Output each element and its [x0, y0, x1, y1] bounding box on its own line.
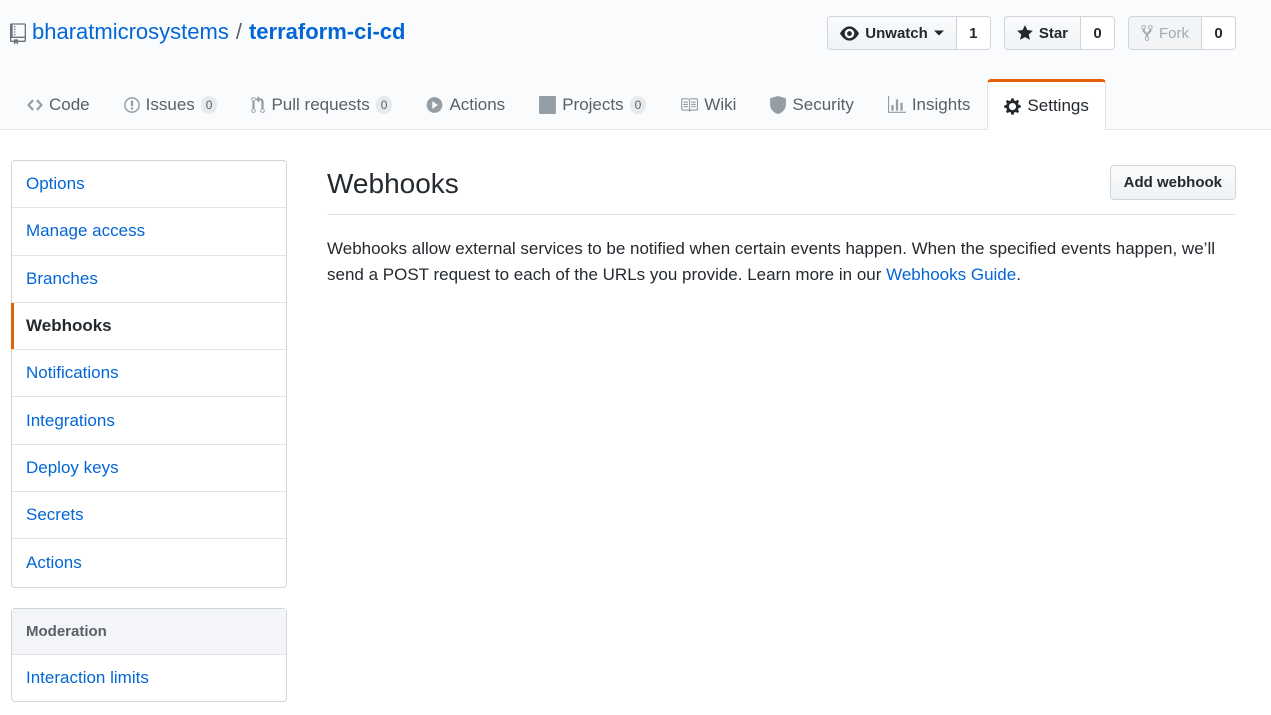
tab-pull-requests-label: Pull requests [271, 95, 370, 114]
star-group: Star 0 [1003, 16, 1115, 50]
star-button[interactable]: Star [1003, 16, 1081, 50]
tab-security-label: Security [792, 95, 854, 114]
tab-issues-label: Issues [145, 95, 195, 114]
moderation-menu: Moderation Interaction limits [11, 607, 287, 702]
settings-sidebar: Options Manage access Branches Webhooks … [11, 160, 287, 702]
webhooks-guide-link[interactable]: Webhooks Guide [886, 265, 1016, 284]
repo-header: bharatmicrosystems / terraform-ci-cd Unw… [0, 0, 1271, 130]
pagehead-actions: Unwatch 1 Star 0 Fork 0 [827, 16, 1236, 50]
tab-projects-label: Projects [562, 95, 624, 114]
tab-actions-label: Actions [449, 95, 506, 114]
eye-icon [840, 25, 860, 41]
tab-issues[interactable]: Issues 0 [107, 79, 235, 130]
pull-request-icon [251, 96, 266, 113]
tab-projects[interactable]: Projects 0 [522, 79, 663, 130]
sidebar-item-secrets[interactable]: Secrets [12, 492, 286, 540]
sidebar-item-interaction-limits[interactable]: Interaction limits [12, 655, 286, 701]
repo-name-link[interactable]: terraform-ci-cd [249, 19, 405, 45]
page-title: Webhooks [327, 168, 459, 199]
fork-group: Fork 0 [1128, 16, 1236, 50]
watchers-count[interactable]: 1 [956, 16, 991, 50]
issues-counter: 0 [200, 96, 218, 114]
shield-icon [770, 96, 787, 114]
sidebar-item-deploy-keys[interactable]: Deploy keys [12, 445, 286, 493]
sidebar-item-branches[interactable]: Branches [12, 256, 286, 303]
unwatch-button[interactable]: Unwatch [827, 16, 957, 50]
sidebar-item-webhooks[interactable]: Webhooks [11, 302, 286, 351]
description-end: . [1016, 265, 1021, 284]
tab-insights[interactable]: Insights [871, 79, 988, 130]
tab-pull-requests[interactable]: Pull requests 0 [234, 79, 409, 130]
subhead: Webhooks Add webhook [327, 160, 1236, 215]
forks-count[interactable]: 0 [1202, 16, 1236, 50]
issue-icon [123, 97, 140, 113]
sidebar-item-manage-access[interactable]: Manage access [12, 208, 286, 256]
code-icon [27, 99, 43, 111]
moderation-heading: Moderation [12, 608, 286, 655]
pulls-counter: 0 [375, 96, 393, 114]
book-icon [681, 98, 699, 112]
graph-icon [887, 96, 906, 113]
watch-group: Unwatch 1 [827, 16, 991, 50]
tab-security[interactable]: Security [753, 79, 870, 130]
main-content: Webhooks Add webhook Webhooks allow exte… [327, 160, 1236, 288]
gear-icon [1004, 97, 1022, 115]
star-label: Star [1038, 24, 1068, 42]
settings-menu: Options Manage access Branches Webhooks … [11, 160, 287, 588]
add-webhook-button[interactable]: Add webhook [1109, 165, 1236, 200]
repo-icon [10, 23, 26, 45]
tab-wiki[interactable]: Wiki [663, 79, 753, 130]
webhooks-description: Webhooks allow external services to be n… [327, 236, 1236, 288]
description-text: Webhooks allow external services to be n… [327, 239, 1215, 284]
project-icon [539, 96, 557, 114]
unwatch-label: Unwatch [865, 24, 928, 42]
fork-label: Fork [1159, 24, 1189, 42]
repo-separator: / [235, 19, 242, 44]
tab-insights-label: Insights [911, 95, 971, 114]
sidebar-item-actions[interactable]: Actions [12, 539, 286, 586]
triangle-down-icon [933, 30, 944, 36]
tab-code[interactable]: Code [10, 79, 107, 130]
tab-settings-label: Settings [1027, 96, 1089, 115]
stars-count[interactable]: 0 [1081, 16, 1115, 50]
star-icon [1016, 25, 1033, 40]
fork-button[interactable]: Fork [1128, 16, 1202, 50]
play-icon [427, 97, 443, 113]
fork-icon [1141, 25, 1153, 41]
repo-nav: Code Issues 0 Pull requests 0 Actions Pr… [10, 79, 1106, 130]
sidebar-item-integrations[interactable]: Integrations [12, 397, 286, 445]
repo-title: bharatmicrosystems / terraform-ci-cd [10, 16, 405, 48]
projects-counter: 0 [629, 96, 647, 114]
tab-actions[interactable]: Actions [409, 79, 522, 130]
sidebar-item-options[interactable]: Options [12, 161, 286, 209]
tab-code-label: Code [49, 95, 90, 114]
sidebar-item-notifications[interactable]: Notifications [12, 350, 286, 398]
repo-owner-link[interactable]: bharatmicrosystems [32, 19, 229, 45]
tab-settings[interactable]: Settings [987, 79, 1106, 130]
tab-wiki-label: Wiki [704, 95, 737, 114]
